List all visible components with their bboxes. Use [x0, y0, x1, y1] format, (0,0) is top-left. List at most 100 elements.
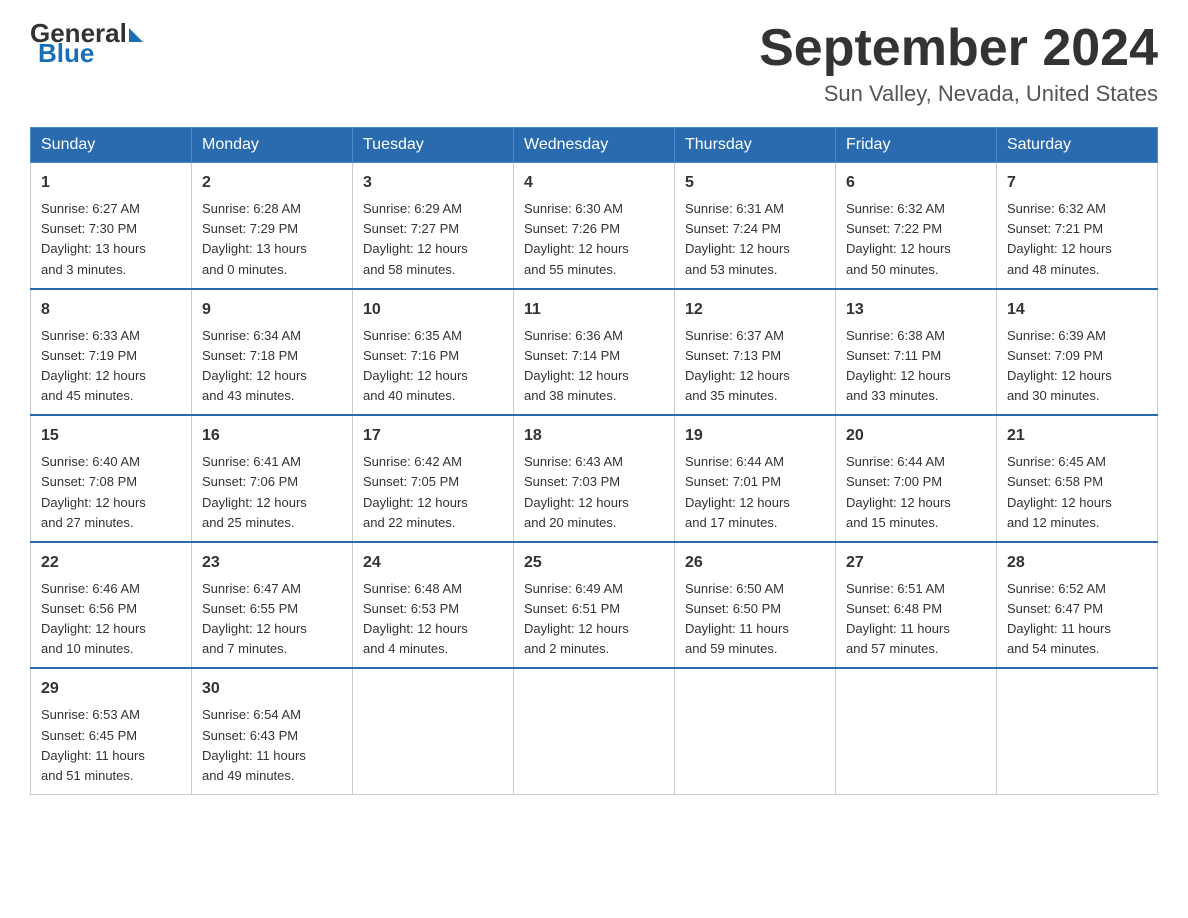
calendar-week-row: 15 Sunrise: 6:40 AMSunset: 7:08 PMDaylig…: [31, 415, 1158, 542]
calendar-week-row: 29 Sunrise: 6:53 AMSunset: 6:45 PMDaylig…: [31, 668, 1158, 794]
day-info: Sunrise: 6:36 AMSunset: 7:14 PMDaylight:…: [524, 326, 664, 407]
day-info: Sunrise: 6:45 AMSunset: 6:58 PMDaylight:…: [1007, 452, 1147, 533]
day-info: Sunrise: 6:32 AMSunset: 7:22 PMDaylight:…: [846, 199, 986, 280]
table-row: 2 Sunrise: 6:28 AMSunset: 7:29 PMDayligh…: [192, 163, 353, 289]
day-number: 13: [846, 298, 986, 322]
day-number: 23: [202, 551, 342, 575]
table-row: [997, 668, 1158, 794]
day-info: Sunrise: 6:51 AMSunset: 6:48 PMDaylight:…: [846, 579, 986, 660]
table-row: 16 Sunrise: 6:41 AMSunset: 7:06 PMDaylig…: [192, 415, 353, 542]
header-friday: Friday: [836, 128, 997, 163]
day-number: 9: [202, 298, 342, 322]
day-info: Sunrise: 6:31 AMSunset: 7:24 PMDaylight:…: [685, 199, 825, 280]
table-row: 24 Sunrise: 6:48 AMSunset: 6:53 PMDaylig…: [353, 542, 514, 669]
day-info: Sunrise: 6:47 AMSunset: 6:55 PMDaylight:…: [202, 579, 342, 660]
day-number: 27: [846, 551, 986, 575]
day-info: Sunrise: 6:35 AMSunset: 7:16 PMDaylight:…: [363, 326, 503, 407]
table-row: 18 Sunrise: 6:43 AMSunset: 7:03 PMDaylig…: [514, 415, 675, 542]
table-row: 29 Sunrise: 6:53 AMSunset: 6:45 PMDaylig…: [31, 668, 192, 794]
day-number: 19: [685, 424, 825, 448]
table-row: 13 Sunrise: 6:38 AMSunset: 7:11 PMDaylig…: [836, 289, 997, 416]
day-number: 15: [41, 424, 181, 448]
day-info: Sunrise: 6:28 AMSunset: 7:29 PMDaylight:…: [202, 199, 342, 280]
header-thursday: Thursday: [675, 128, 836, 163]
table-row: [353, 668, 514, 794]
day-info: Sunrise: 6:49 AMSunset: 6:51 PMDaylight:…: [524, 579, 664, 660]
table-row: 9 Sunrise: 6:34 AMSunset: 7:18 PMDayligh…: [192, 289, 353, 416]
table-row: 22 Sunrise: 6:46 AMSunset: 6:56 PMDaylig…: [31, 542, 192, 669]
day-number: 21: [1007, 424, 1147, 448]
day-number: 28: [1007, 551, 1147, 575]
day-number: 10: [363, 298, 503, 322]
day-number: 26: [685, 551, 825, 575]
table-row: 27 Sunrise: 6:51 AMSunset: 6:48 PMDaylig…: [836, 542, 997, 669]
header-monday: Monday: [192, 128, 353, 163]
day-number: 17: [363, 424, 503, 448]
calendar-week-row: 1 Sunrise: 6:27 AMSunset: 7:30 PMDayligh…: [31, 163, 1158, 289]
day-number: 30: [202, 677, 342, 701]
table-row: [514, 668, 675, 794]
table-row: 10 Sunrise: 6:35 AMSunset: 7:16 PMDaylig…: [353, 289, 514, 416]
day-info: Sunrise: 6:52 AMSunset: 6:47 PMDaylight:…: [1007, 579, 1147, 660]
calendar-week-row: 22 Sunrise: 6:46 AMSunset: 6:56 PMDaylig…: [31, 542, 1158, 669]
day-info: Sunrise: 6:27 AMSunset: 7:30 PMDaylight:…: [41, 199, 181, 280]
table-row: 17 Sunrise: 6:42 AMSunset: 7:05 PMDaylig…: [353, 415, 514, 542]
day-info: Sunrise: 6:54 AMSunset: 6:43 PMDaylight:…: [202, 705, 342, 786]
day-info: Sunrise: 6:39 AMSunset: 7:09 PMDaylight:…: [1007, 326, 1147, 407]
table-row: 6 Sunrise: 6:32 AMSunset: 7:22 PMDayligh…: [836, 163, 997, 289]
day-info: Sunrise: 6:53 AMSunset: 6:45 PMDaylight:…: [41, 705, 181, 786]
day-number: 24: [363, 551, 503, 575]
day-info: Sunrise: 6:41 AMSunset: 7:06 PMDaylight:…: [202, 452, 342, 533]
day-number: 12: [685, 298, 825, 322]
logo: General Blue: [30, 20, 143, 69]
day-info: Sunrise: 6:33 AMSunset: 7:19 PMDaylight:…: [41, 326, 181, 407]
day-number: 5: [685, 171, 825, 195]
table-row: 21 Sunrise: 6:45 AMSunset: 6:58 PMDaylig…: [997, 415, 1158, 542]
day-info: Sunrise: 6:46 AMSunset: 6:56 PMDaylight:…: [41, 579, 181, 660]
table-row: [675, 668, 836, 794]
table-row: 14 Sunrise: 6:39 AMSunset: 7:09 PMDaylig…: [997, 289, 1158, 416]
day-info: Sunrise: 6:50 AMSunset: 6:50 PMDaylight:…: [685, 579, 825, 660]
day-number: 1: [41, 171, 181, 195]
day-info: Sunrise: 6:34 AMSunset: 7:18 PMDaylight:…: [202, 326, 342, 407]
table-row: 5 Sunrise: 6:31 AMSunset: 7:24 PMDayligh…: [675, 163, 836, 289]
logo-blue-text: Blue: [38, 38, 94, 69]
day-number: 8: [41, 298, 181, 322]
logo-arrow-icon: [129, 28, 143, 42]
day-info: Sunrise: 6:44 AMSunset: 7:00 PMDaylight:…: [846, 452, 986, 533]
title-section: September 2024 Sun Valley, Nevada, Unite…: [759, 20, 1158, 107]
day-number: 14: [1007, 298, 1147, 322]
table-row: 23 Sunrise: 6:47 AMSunset: 6:55 PMDaylig…: [192, 542, 353, 669]
table-row: 19 Sunrise: 6:44 AMSunset: 7:01 PMDaylig…: [675, 415, 836, 542]
day-info: Sunrise: 6:42 AMSunset: 7:05 PMDaylight:…: [363, 452, 503, 533]
table-row: 8 Sunrise: 6:33 AMSunset: 7:19 PMDayligh…: [31, 289, 192, 416]
day-number: 2: [202, 171, 342, 195]
day-info: Sunrise: 6:38 AMSunset: 7:11 PMDaylight:…: [846, 326, 986, 407]
table-row: 30 Sunrise: 6:54 AMSunset: 6:43 PMDaylig…: [192, 668, 353, 794]
day-number: 6: [846, 171, 986, 195]
day-number: 29: [41, 677, 181, 701]
header-saturday: Saturday: [997, 128, 1158, 163]
day-number: 16: [202, 424, 342, 448]
day-info: Sunrise: 6:44 AMSunset: 7:01 PMDaylight:…: [685, 452, 825, 533]
day-number: 7: [1007, 171, 1147, 195]
table-row: 1 Sunrise: 6:27 AMSunset: 7:30 PMDayligh…: [31, 163, 192, 289]
calendar-week-row: 8 Sunrise: 6:33 AMSunset: 7:19 PMDayligh…: [31, 289, 1158, 416]
day-number: 11: [524, 298, 664, 322]
table-row: 28 Sunrise: 6:52 AMSunset: 6:47 PMDaylig…: [997, 542, 1158, 669]
table-row: 11 Sunrise: 6:36 AMSunset: 7:14 PMDaylig…: [514, 289, 675, 416]
day-number: 4: [524, 171, 664, 195]
header-sunday: Sunday: [31, 128, 192, 163]
table-row: 15 Sunrise: 6:40 AMSunset: 7:08 PMDaylig…: [31, 415, 192, 542]
location-text: Sun Valley, Nevada, United States: [759, 81, 1158, 107]
day-number: 20: [846, 424, 986, 448]
day-info: Sunrise: 6:43 AMSunset: 7:03 PMDaylight:…: [524, 452, 664, 533]
day-info: Sunrise: 6:32 AMSunset: 7:21 PMDaylight:…: [1007, 199, 1147, 280]
table-row: [836, 668, 997, 794]
header-tuesday: Tuesday: [353, 128, 514, 163]
day-number: 3: [363, 171, 503, 195]
day-info: Sunrise: 6:48 AMSunset: 6:53 PMDaylight:…: [363, 579, 503, 660]
page-header: General Blue September 2024 Sun Valley, …: [30, 20, 1158, 107]
table-row: 25 Sunrise: 6:49 AMSunset: 6:51 PMDaylig…: [514, 542, 675, 669]
day-info: Sunrise: 6:29 AMSunset: 7:27 PMDaylight:…: [363, 199, 503, 280]
